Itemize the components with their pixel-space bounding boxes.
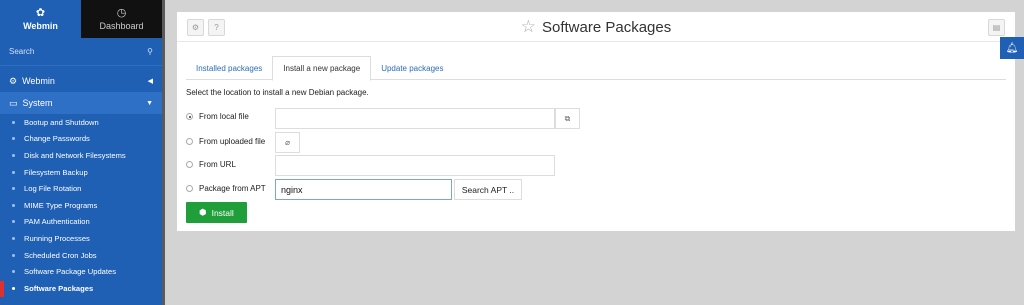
search-apt-button[interactable]: Search APT .. bbox=[454, 179, 522, 200]
sidebar-item-label: Disk and Network Filesystems bbox=[24, 150, 126, 160]
category-label: System bbox=[22, 98, 53, 108]
gear-icon: ⚙ bbox=[9, 75, 18, 86]
sidebar: ✿ Webmin ◷ Dashboard Search ⚲ ⚙ Webmin ◀… bbox=[0, 0, 165, 305]
bullet-icon bbox=[12, 236, 15, 240]
option-uploaded-file[interactable]: From uploaded file bbox=[186, 137, 265, 146]
notifications-button[interactable]: 🔔︎ bbox=[1000, 37, 1024, 59]
sidebar-item-filesystem-backup[interactable]: Filesystem Backup bbox=[0, 164, 162, 181]
category-label: Webmin bbox=[22, 76, 55, 86]
sidebar-item-label: MIME Type Programs bbox=[24, 200, 98, 210]
upload-button[interactable]: ⌀ bbox=[275, 132, 300, 153]
package-icon: ⬢ bbox=[199, 207, 207, 217]
sidebar-item-bootup[interactable]: Bootup and Shutdown bbox=[0, 114, 162, 131]
radio-local-file[interactable] bbox=[186, 113, 193, 120]
sidebar-item-label: Software Package Updates bbox=[24, 267, 117, 277]
search-docs-button[interactable]: ▤ bbox=[988, 19, 1005, 36]
star-icon[interactable]: ☆ bbox=[521, 17, 536, 37]
sidebar-item-change-passwords[interactable]: Change Passwords bbox=[0, 131, 162, 148]
main-panel: ⚙ ? ☆ Software Packages ▤ Installed pack… bbox=[177, 12, 1015, 231]
bullet-icon bbox=[12, 286, 15, 290]
sidebar-category-system[interactable]: ▭ System ▼ bbox=[0, 92, 162, 114]
copy-icon: ⧉ bbox=[564, 113, 571, 123]
bullet-icon bbox=[12, 120, 15, 124]
radio-uploaded-file[interactable] bbox=[186, 138, 193, 145]
option-apt[interactable]: Package from APT bbox=[186, 184, 266, 193]
bullet-icon bbox=[12, 153, 15, 157]
monitor-icon: ▭ bbox=[9, 97, 18, 108]
radio-apt[interactable] bbox=[186, 185, 193, 192]
sidebar-item-label: Log File Rotation bbox=[24, 184, 82, 194]
top-bar: ⚙ ? ☆ Software Packages ▤ bbox=[177, 12, 1015, 42]
sidebar-item-list: Bootup and Shutdown Change Passwords Dis… bbox=[0, 114, 162, 297]
chevron-left-icon: ◀ bbox=[147, 78, 153, 85]
option-label: From uploaded file bbox=[199, 137, 266, 146]
tab-update-packages[interactable]: Update packages bbox=[371, 56, 453, 80]
intro-text: Select the location to install a new Deb… bbox=[186, 88, 369, 97]
bullet-icon bbox=[12, 220, 15, 224]
sidebar-item-pam[interactable]: PAM Authentication bbox=[0, 214, 162, 231]
bullet-icon bbox=[12, 270, 15, 274]
bullet-icon bbox=[12, 253, 15, 257]
document-icon: ▤ bbox=[992, 23, 1001, 32]
sidebar-item-filesystems[interactable]: Disk and Network Filesystems bbox=[0, 147, 162, 164]
bullet-icon bbox=[12, 187, 15, 191]
tab-webmin[interactable]: ✿ Webmin bbox=[0, 0, 81, 38]
option-label: From local file bbox=[199, 112, 249, 121]
search-input[interactable]: Search bbox=[9, 47, 34, 56]
option-local-file[interactable]: From local file bbox=[186, 112, 249, 121]
sidebar-item-label: Filesystem Backup bbox=[24, 167, 88, 177]
tab-dashboard[interactable]: ◷ Dashboard bbox=[81, 0, 162, 38]
tab-install-new-package[interactable]: Install a new package bbox=[272, 56, 372, 81]
option-label: From URL bbox=[199, 160, 236, 169]
sidebar-item-running-processes[interactable]: Running Processes bbox=[0, 230, 162, 247]
option-url[interactable]: From URL bbox=[186, 160, 236, 169]
page-title-text: Software Packages bbox=[542, 18, 672, 36]
local-file-input[interactable] bbox=[275, 108, 555, 129]
paperclip-icon: ⌀ bbox=[285, 138, 290, 147]
sidebar-item-software-packages[interactable]: Software Packages bbox=[0, 280, 162, 297]
sidebar-item-label: Bootup and Shutdown bbox=[24, 117, 99, 127]
radio-url[interactable] bbox=[186, 161, 193, 168]
tab-dashboard-label: Dashboard bbox=[99, 21, 144, 31]
option-label: Package from APT bbox=[199, 184, 266, 193]
sidebar-item-label: PAM Authentication bbox=[24, 217, 90, 227]
webmin-logo-icon: ✿ bbox=[35, 7, 46, 19]
tab-installed-packages[interactable]: Installed packages bbox=[186, 56, 272, 80]
page-title: ☆ Software Packages bbox=[177, 17, 1015, 37]
search-icon[interactable]: ⚲ bbox=[147, 47, 153, 56]
sidebar-item-label: Change Passwords bbox=[24, 134, 90, 144]
tab-bar: Installed packages Install a new package… bbox=[186, 56, 1006, 81]
sidebar-item-log-rotation[interactable]: Log File Rotation bbox=[0, 180, 162, 197]
bullet-icon bbox=[12, 137, 15, 141]
apt-package-input[interactable]: nginx bbox=[275, 179, 452, 200]
sidebar-category-webmin[interactable]: ⚙ Webmin ◀ bbox=[0, 70, 162, 92]
url-input[interactable] bbox=[275, 155, 555, 176]
bullet-icon bbox=[12, 170, 15, 174]
install-label: Install bbox=[211, 207, 234, 218]
sidebar-search[interactable]: Search ⚲ bbox=[0, 38, 162, 66]
sidebar-item-label: Scheduled Cron Jobs bbox=[24, 250, 97, 260]
sidebar-tabs: ✿ Webmin ◷ Dashboard bbox=[0, 0, 162, 38]
bullet-icon bbox=[12, 203, 15, 207]
chevron-down-icon: ▼ bbox=[146, 99, 153, 107]
tab-webmin-label: Webmin bbox=[23, 21, 58, 31]
file-chooser-button[interactable]: ⧉ bbox=[555, 108, 580, 129]
sidebar-item-cron-jobs[interactable]: Scheduled Cron Jobs bbox=[0, 247, 162, 264]
sidebar-item-label: Running Processes bbox=[24, 233, 90, 243]
dashboard-icon: ◷ bbox=[116, 7, 127, 19]
install-button[interactable]: ⬢ Install bbox=[186, 202, 247, 223]
sidebar-item-package-updates[interactable]: Software Package Updates bbox=[0, 263, 162, 280]
sidebar-item-label: Software Packages bbox=[24, 283, 94, 293]
bell-icon: 🔔︎ bbox=[1005, 42, 1019, 54]
active-indicator bbox=[0, 280, 4, 297]
sidebar-item-mime-types[interactable]: MIME Type Programs bbox=[0, 197, 162, 214]
